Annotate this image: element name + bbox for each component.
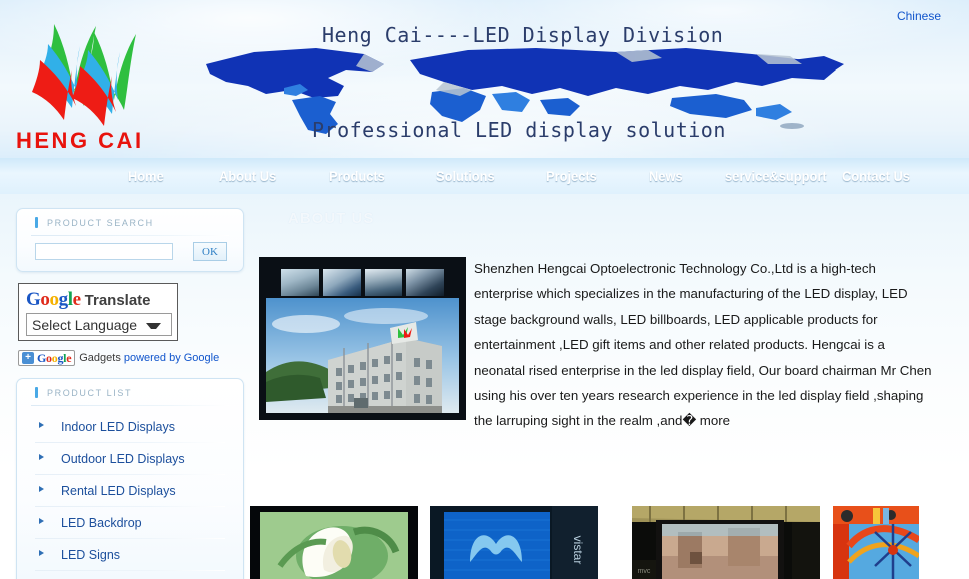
bullet-arrow-icon bbox=[39, 550, 44, 556]
nav-item-home[interactable]: Home bbox=[128, 168, 164, 184]
sidebar-item-led-signs[interactable]: LED Signs bbox=[17, 539, 243, 571]
language-select[interactable]: Select Language bbox=[26, 313, 172, 336]
panel-divider bbox=[31, 235, 229, 236]
sidebar-item-rental-led-displays[interactable]: Rental LED Displays bbox=[17, 475, 243, 507]
translate-label: Translate bbox=[84, 292, 151, 309]
product-search-title: PRODUCT SEARCH bbox=[47, 218, 154, 228]
nav-item-products[interactable]: Products bbox=[329, 168, 385, 184]
header-title-line2: Professional LED display solution bbox=[312, 118, 726, 142]
nav-item-about-us[interactable]: About Us bbox=[219, 168, 276, 184]
list-item-label: Outdoor LED Displays bbox=[61, 452, 185, 466]
facility-thumbnail-strip bbox=[280, 268, 445, 297]
logo-wordmark: HENG CAI bbox=[16, 128, 144, 153]
list-item-label: LED Backdrop bbox=[61, 516, 142, 530]
google-logo: Google bbox=[26, 289, 81, 310]
svg-text:vistar: vistar bbox=[571, 536, 585, 565]
search-ok-button[interactable]: OK bbox=[193, 242, 227, 261]
product-image-colorful-display[interactable] bbox=[833, 506, 919, 579]
headquarters-building-photo bbox=[266, 298, 459, 413]
list-item-label: LED Signs bbox=[61, 548, 121, 562]
sidebar-item-led-backdrop[interactable]: LED Backdrop bbox=[17, 507, 243, 539]
sidebar-item-indoor-led-displays[interactable]: Indoor LED Displays bbox=[17, 411, 243, 443]
facility-thumbnail bbox=[280, 268, 320, 297]
google-gadgets-badge[interactable]: + Google bbox=[18, 350, 76, 366]
nav-item-service-support[interactable]: service&support bbox=[725, 168, 827, 184]
page-root: HENG CAI Chinese Heng Cai----LED Display… bbox=[0, 0, 969, 579]
google-badge-logo: Google bbox=[37, 350, 72, 365]
plus-icon: + bbox=[22, 352, 34, 364]
svg-text:mvc: mvc bbox=[638, 568, 651, 575]
gadgets-label: Gadgets bbox=[79, 352, 121, 364]
language-select-value: Select Language bbox=[32, 316, 138, 333]
google-translate-widget: Google Translate Select Language bbox=[18, 283, 178, 341]
facility-thumbnail bbox=[363, 268, 404, 297]
nav-item-news[interactable]: News bbox=[649, 168, 683, 184]
header-title-line1: Heng Cai----LED Display Division bbox=[322, 23, 724, 47]
bullet-arrow-icon bbox=[39, 422, 44, 428]
product-list-title: PRODUCT LIST bbox=[47, 388, 133, 398]
chinese-language-link[interactable]: Chinese bbox=[897, 9, 941, 23]
list-item-label: Indoor LED Displays bbox=[61, 420, 175, 434]
nav-item-contact-us[interactable]: Contact Us bbox=[842, 168, 910, 184]
product-list-items: Indoor LED Displays Outdoor LED Displays… bbox=[17, 411, 243, 571]
panel-accent-tick bbox=[35, 217, 38, 228]
product-search-panel: PRODUCT SEARCH OK bbox=[16, 208, 244, 272]
nav-item-solutions[interactable]: Solutions bbox=[436, 168, 495, 184]
bullet-arrow-icon bbox=[39, 518, 44, 524]
bullet-arrow-icon bbox=[39, 486, 44, 492]
panel-divider bbox=[31, 405, 229, 406]
sidebar-item-outdoor-led-displays[interactable]: Outdoor LED Displays bbox=[17, 443, 243, 475]
facility-thumbnail bbox=[321, 268, 362, 297]
nav-item-projects[interactable]: Projects bbox=[546, 168, 597, 184]
nav-items: Home About Us Products Solutions Project… bbox=[100, 163, 910, 189]
about-us-text: Shenzhen Hengcai Optoelectronic Technolo… bbox=[474, 261, 932, 429]
list-divider bbox=[35, 570, 225, 571]
product-image-flower-display[interactable] bbox=[250, 506, 418, 579]
product-showcase-row: vistar mvc bbox=[250, 506, 969, 579]
list-item-label: Rental LED Displays bbox=[61, 484, 176, 498]
site-header: HENG CAI Chinese Heng Cai----LED Display… bbox=[0, 0, 969, 158]
google-translate-header: Google Translate bbox=[26, 289, 151, 311]
powered-by-google-link[interactable]: powered by Google bbox=[124, 352, 219, 364]
product-image-indoor-stage-screen[interactable]: mvc bbox=[632, 506, 820, 579]
search-input[interactable] bbox=[35, 243, 173, 260]
product-list-panel: PRODUCT LIST Indoor LED Displays Outdoor… bbox=[16, 378, 244, 579]
company-photo-inner bbox=[266, 264, 459, 413]
product-image-movistar-screen[interactable]: vistar bbox=[430, 506, 598, 579]
bullet-arrow-icon bbox=[39, 454, 44, 460]
panel-accent-tick bbox=[35, 387, 38, 398]
company-photo bbox=[259, 257, 466, 420]
page-title: ABOUT US bbox=[288, 210, 375, 227]
chevron-down-icon bbox=[146, 323, 161, 329]
google-gadgets-footer: + Google Gadgets powered by Google bbox=[18, 350, 219, 366]
facility-thumbnail bbox=[405, 268, 445, 297]
